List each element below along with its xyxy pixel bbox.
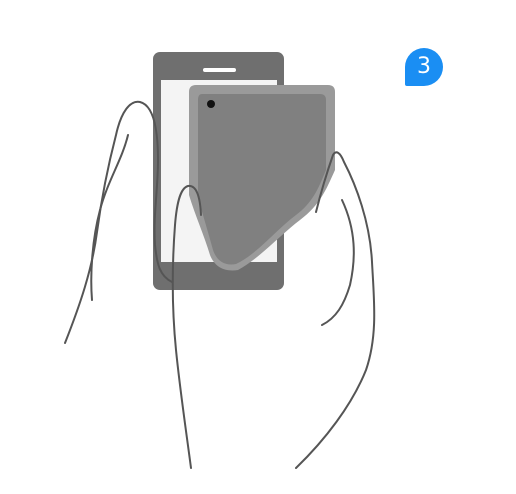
step-number-badge: 3 [405, 48, 443, 86]
phone-back-icon [189, 85, 335, 271]
camera-dot-icon [207, 100, 215, 108]
